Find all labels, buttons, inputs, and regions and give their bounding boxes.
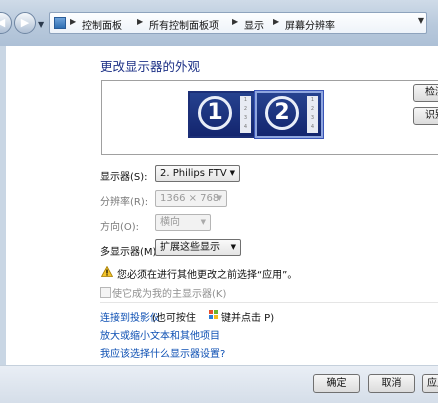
projector-hint-text: (也可按住 <box>152 313 196 324</box>
apply-button[interactable]: 应用 <box>422 374 438 393</box>
breadcrumb-screen-resolution[interactable]: 屏幕分辨率 <box>285 17 335 32</box>
left-frame <box>0 46 6 402</box>
connect-projector-link[interactable]: 连接到投影仪 <box>100 309 160 324</box>
multiple-displays-select[interactable]: 扩展这些显示 ▼ <box>155 239 241 256</box>
history-dropdown-icon[interactable]: ▼ <box>38 20 44 29</box>
address-bar[interactable]: ▶ 控制面板 ▶ 所有控制面板项 ▶ 显示 ▶ 屏幕分辨率 ▼ <box>49 12 427 34</box>
breadcrumb-separator-icon[interactable]: ▶ <box>137 17 143 26</box>
multiple-displays-select-value: 扩展这些显示 <box>160 242 220 253</box>
breadcrumb-separator-icon[interactable]: ▶ <box>70 17 76 26</box>
chevron-down-icon: ▼ <box>216 194 222 202</box>
address-dropdown-icon[interactable]: ▼ <box>418 16 424 25</box>
resolution-label: 分辨率(R): <box>100 197 149 208</box>
windows-logo-icon <box>209 310 218 319</box>
monitor-1[interactable]: 1 1234 <box>188 91 256 138</box>
text-size-link[interactable]: 放大或缩小文本和其他项目 <box>100 327 220 342</box>
orientation-select-value: 横向 <box>160 217 180 228</box>
monitor-number: 1 <box>198 96 232 130</box>
monitor-number: 2 <box>265 96 299 130</box>
main-display-checkbox-label: 使它成为我的主显示器(K) <box>112 289 227 300</box>
display-label: 显示器(S): <box>100 172 148 183</box>
multiple-displays-label: 多显示器(M): <box>100 247 160 258</box>
orientation-select: 横向 ▼ <box>155 214 211 231</box>
breadcrumb-display[interactable]: 显示 <box>244 17 264 32</box>
breadcrumb-all-items[interactable]: 所有控制面板项 <box>149 17 219 32</box>
display-select[interactable]: 2. Philips FTV ▼ <box>155 165 240 182</box>
identify-button[interactable]: 识别 <box>413 107 438 125</box>
display-settings-help-link[interactable]: 我应该选择什么显示器设置? <box>100 345 225 360</box>
ok-button[interactable]: 确定 <box>313 374 360 393</box>
back-button[interactable]: ◀ <box>0 12 12 34</box>
monitor-2[interactable]: 2 1234 <box>254 90 324 139</box>
detect-button[interactable]: 检测 <box>413 84 438 102</box>
cancel-button[interactable]: 取消 <box>368 374 415 393</box>
monitor-preview[interactable]: 1 1234 2 1234 <box>101 80 438 155</box>
control-panel-icon <box>54 17 66 29</box>
chevron-down-icon: ▼ <box>229 169 235 177</box>
resolution-select-value: 1366 × 768 <box>160 193 220 204</box>
projector-hint-key: 键并点击 P) <box>221 313 275 324</box>
breadcrumb-separator-icon[interactable]: ▶ <box>273 17 279 26</box>
chevron-down-icon: ▼ <box>200 218 206 226</box>
monitor-strip: 1234 <box>307 96 318 133</box>
divider <box>100 302 438 303</box>
breadcrumb-control-panel[interactable]: 控制面板 <box>82 17 122 32</box>
breadcrumb-separator-icon[interactable]: ▶ <box>232 17 238 26</box>
monitor-strip: 1234 <box>240 96 251 133</box>
main-display-checkbox <box>100 287 111 298</box>
resolution-select: 1366 × 768 ▼ <box>155 190 227 207</box>
warning-text: 您必须在进行其他更改之前选择“应用”。 <box>117 270 298 281</box>
forward-button[interactable]: ▶ <box>14 12 36 34</box>
page-title: 更改显示器的外观 <box>100 59 201 74</box>
orientation-label: 方向(O): <box>100 222 140 233</box>
warning-icon <box>101 266 113 277</box>
chevron-down-icon: ▼ <box>230 243 236 251</box>
display-select-value: 2. Philips FTV <box>160 168 227 179</box>
address-toolbar: ◀ ▶ ▼ ▶ 控制面板 ▶ 所有控制面板项 ▶ 显示 ▶ 屏幕分辨率 ▼ <box>0 0 438 46</box>
